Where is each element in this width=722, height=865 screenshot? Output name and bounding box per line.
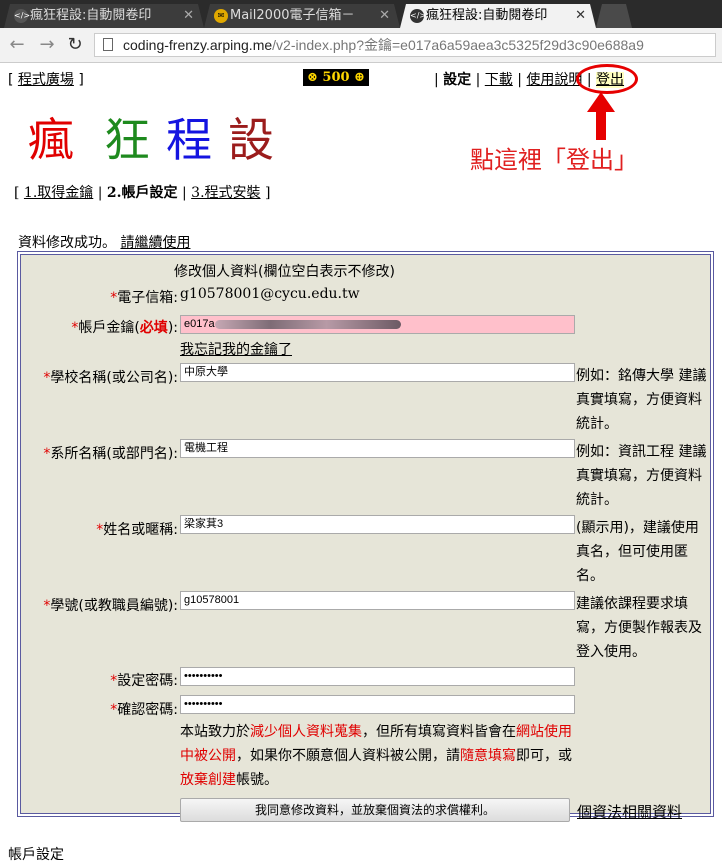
close-icon[interactable]: ✕ — [183, 4, 194, 28]
agree-submit-button[interactable]: 我同意修改資料，並放棄個資法的求償權利。 — [180, 798, 570, 822]
name-hint: (顯示用)，建議使用真名，但可使用匿名。 — [576, 520, 699, 584]
account-key-input[interactable]: e017a — [180, 315, 575, 334]
form-title: 修改個人資料(欄位空白表示不修改) — [174, 264, 395, 280]
student-id-input[interactable]: g10578001 — [180, 591, 575, 610]
tab-title: Mail2000電子信箱－ — [230, 8, 355, 23]
top-nav-left: [ 程式廣場 ] — [8, 72, 84, 88]
footer-title: 帳戶設定 — [8, 847, 64, 863]
continue-link[interactable]: 請繼續使用 — [120, 235, 190, 251]
dept-label: *系所名稱(或部門名): — [43, 446, 178, 462]
url-path: /v2-index.php?金鑰=e017a6a59aea3c5325f29d3… — [272, 37, 644, 53]
forward-arrow-icon[interactable]: → — [36, 34, 58, 55]
privacy-notice: 本站致力於減少個人資料蒐集，但所有填寫資料皆會在網站使用中被公開，如果你不願意個… — [180, 724, 572, 788]
steps-breadcrumb: [ 1.取得金鑰 | 2.帳戶設定 | 3.程式安裝 ] — [14, 185, 271, 201]
reload-icon[interactable]: ↻ — [64, 34, 86, 55]
status-message: 資料修改成功。 請繼續使用 — [18, 232, 190, 252]
privacy-law-link[interactable]: 個資法相關資料 — [577, 801, 682, 822]
key-label: *帳戶金鑰(必填): — [71, 320, 178, 336]
tab-title: 瘋狂程設:自動閱卷印 — [30, 8, 152, 23]
email-value: g10578001@cycu.edu.tw — [180, 286, 360, 302]
student-id-label: *學號(或教職員編號): — [43, 598, 178, 614]
confirm-password-input[interactable]: •••••••••• — [180, 695, 575, 714]
menu-settings[interactable]: 設定 — [443, 72, 471, 88]
forgot-key-link[interactable]: 我忘記我的金鑰了 — [180, 339, 292, 359]
url-field[interactable]: coding-frenzy.arping.me/v2-index.php?金鑰=… — [94, 33, 716, 57]
password-input[interactable]: •••••••••• — [180, 667, 575, 686]
menu-manual[interactable]: 使用說明 — [526, 72, 582, 88]
close-icon[interactable]: ✕ — [379, 4, 390, 28]
name-label: *姓名或暱稱: — [96, 522, 178, 538]
address-bar-row: ← → ↻ coding-frenzy.arping.me/v2-index.p… — [0, 28, 722, 63]
new-tab-button[interactable] — [596, 4, 632, 28]
browser-tab-1[interactable]: </> 瘋狂程設:自動閱卷印 ✕ — [4, 4, 204, 28]
logo-char-2: 狂 — [104, 113, 150, 167]
code-icon: </> — [410, 9, 424, 23]
redacted-key-blur — [214, 319, 401, 329]
close-icon[interactable]: ✕ — [575, 4, 586, 28]
school-hint: 例如：銘傳大學 建議真實填寫，方便資料統計。 — [576, 368, 707, 432]
logo-char-4: 設 — [228, 113, 274, 167]
menu-download[interactable]: 下載 — [485, 72, 513, 88]
red-arrow-icon — [587, 92, 615, 140]
mail-icon: ✉ — [214, 9, 228, 23]
browser-tab-3[interactable]: </> 瘋狂程設:自動閱卷印 ✕ — [400, 4, 596, 28]
tab-bar: </> 瘋狂程設:自動閱卷印 ✕ ✉ Mail2000電子信箱－ ✕ </> 瘋… — [0, 0, 722, 28]
tab-title: 瘋狂程設:自動閱卷印 — [426, 8, 548, 23]
school-input[interactable]: 中原大學 — [180, 363, 575, 382]
code-icon: </> — [14, 9, 28, 23]
password-label: *設定密碼: — [110, 673, 178, 689]
school-label: *學校名稱(或公司名): — [43, 370, 178, 386]
back-arrow-icon[interactable]: ← — [6, 34, 28, 55]
coin-balance: ⊗ 500 ⊕ — [303, 69, 369, 86]
success-text: 資料修改成功。 — [18, 235, 116, 251]
page-icon — [103, 38, 113, 51]
confirm-password-label: *確認密碼: — [110, 702, 178, 718]
student-id-hint: 建議依課程要求填寫，方便製作報表及登入使用。 — [576, 596, 702, 660]
url-host: coding-frenzy.arping.me — [123, 37, 273, 53]
logout-annotation: 點這裡「登出」 — [470, 146, 638, 174]
department-input[interactable]: 電機工程 — [180, 439, 575, 458]
email-label: *電子信箱: — [110, 290, 178, 306]
step-get-key[interactable]: 1.取得金鑰 — [24, 185, 93, 201]
plaza-link[interactable]: 程式廣場 — [18, 72, 74, 88]
step-account-settings: 2.帳戶設定 — [106, 185, 178, 201]
logo-char-1: 瘋 — [28, 113, 74, 167]
browser-tab-2[interactable]: ✉ Mail2000電子信箱－ ✕ — [204, 4, 400, 28]
step-install[interactable]: 3.程式安裝 — [191, 185, 260, 201]
logout-highlight-circle — [576, 64, 638, 94]
logo-char-3: 程 — [166, 113, 212, 167]
dept-hint: 例如：資訊工程 建議真實填寫，方便資料統計。 — [576, 444, 707, 508]
name-input[interactable]: 梁家萁3 — [180, 515, 575, 534]
